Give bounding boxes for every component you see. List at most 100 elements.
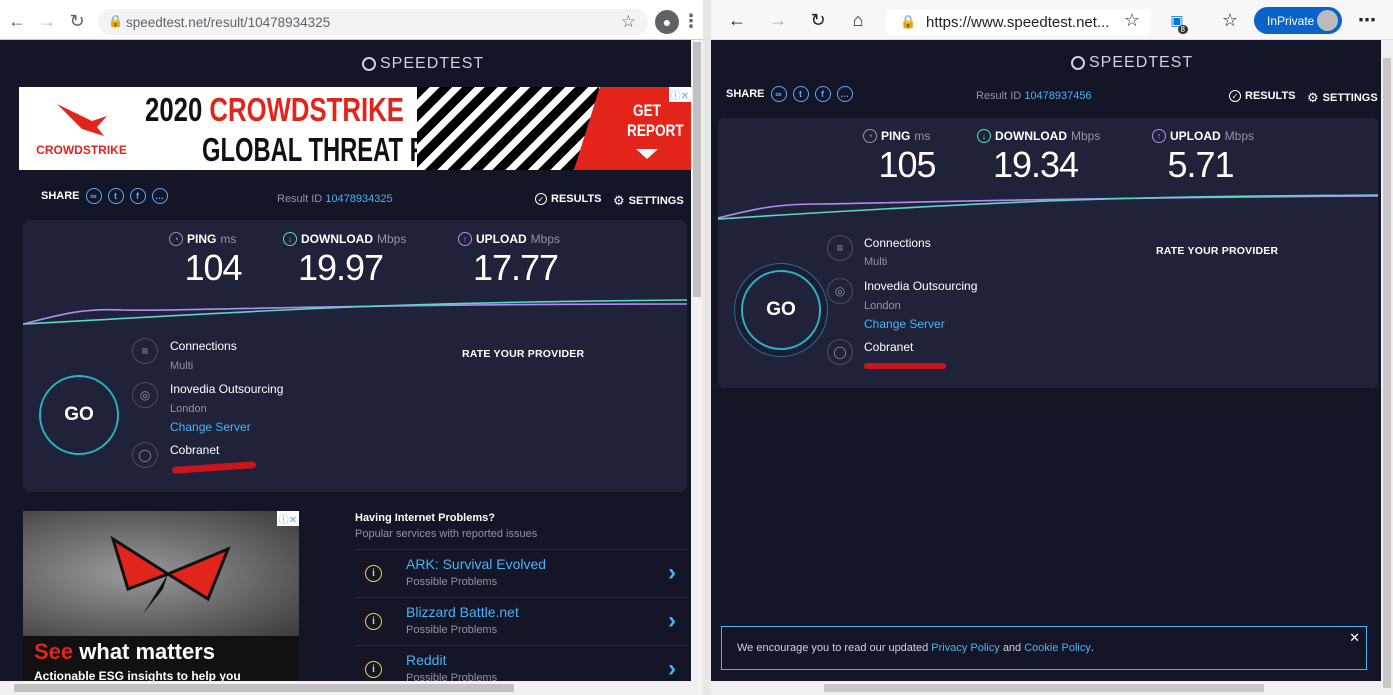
reload-icon[interactable]: ↻ bbox=[66, 10, 88, 32]
warning-icon: i bbox=[365, 612, 382, 630]
results-button[interactable]: ✓ RESULTS bbox=[1229, 90, 1296, 102]
check-icon: ✓ bbox=[1229, 90, 1241, 102]
problem-row[interactable]: i Blizzard Battle.net Possible Problems › bbox=[355, 597, 688, 644]
upload-header: ↑ UPLOAD Mbps bbox=[458, 232, 560, 246]
link-icon[interactable]: ∞ bbox=[770, 86, 787, 102]
forward-icon[interactable]: → bbox=[36, 10, 58, 32]
rate-provider[interactable]: RATE YOUR PROVIDER bbox=[1156, 245, 1278, 257]
speedtest-logo[interactable]: SPEEDTEST bbox=[362, 55, 484, 73]
twitter-icon[interactable]: t bbox=[792, 86, 809, 102]
facebook-icon[interactable]: f bbox=[814, 86, 831, 102]
url-text: https://www.speedtest.net... bbox=[926, 13, 1110, 31]
upload-header: ↑ UPLOAD Mbps bbox=[1152, 129, 1254, 143]
go-button[interactable]: GO bbox=[39, 375, 119, 455]
address-bar[interactable]: 🔒 https://www.speedtest.net... bbox=[886, 9, 1151, 35]
speed-graph bbox=[23, 299, 687, 325]
address-bar[interactable]: 🔒 speedtest.net/result/10478934325 ☆ bbox=[98, 9, 648, 35]
problem-status: Possible Problems bbox=[406, 576, 498, 588]
settings-button[interactable]: ⚙ SETTINGS bbox=[613, 193, 684, 209]
ad-banner-bottom[interactable]: See what matters Actionable ESG insights… bbox=[23, 511, 299, 695]
settings-button[interactable]: ⚙ SETTINGS bbox=[1307, 90, 1378, 106]
vertical-scrollbar[interactable] bbox=[691, 40, 703, 695]
ad-banner-top[interactable]: CROWDSTRIKE 2020 CROWDSTRIKE GLOBAL THRE… bbox=[19, 87, 691, 170]
results-button[interactable]: ✓ RESULTS bbox=[535, 193, 602, 205]
more-icon[interactable]: … bbox=[151, 188, 168, 204]
home-icon[interactable]: ⌂ bbox=[847, 9, 869, 31]
star-icon[interactable]: ☆ bbox=[621, 12, 636, 32]
link-icon[interactable]: ∞ bbox=[85, 188, 102, 204]
forward-icon[interactable]: → bbox=[767, 9, 789, 31]
ad-close-icon[interactable]: ⓘ✕ bbox=[668, 87, 691, 102]
result-id: Result ID 10478937456 bbox=[976, 90, 1092, 102]
url-text: speedtest.net/result/10478934325 bbox=[126, 14, 331, 30]
cookie-policy-link[interactable]: Cookie Policy bbox=[1024, 642, 1091, 654]
share-bar: SHARE ∞ t f … bbox=[726, 86, 853, 102]
favorites-icon[interactable]: ☆ bbox=[1219, 9, 1241, 31]
ping-header: ◔ PING ms bbox=[169, 232, 236, 246]
inprivate-badge[interactable]: InPrivate bbox=[1254, 7, 1342, 34]
extension-icon[interactable]: ▣ 8 bbox=[1166, 9, 1188, 34]
scroll-thumb[interactable] bbox=[14, 684, 514, 692]
speedtest-logo[interactable]: SPEEDTEST bbox=[1071, 54, 1193, 72]
scroll-thumb[interactable] bbox=[824, 684, 1264, 692]
download-value: 19.34 bbox=[992, 144, 1079, 185]
vertical-scrollbar[interactable] bbox=[1381, 40, 1393, 695]
horizontal-scrollbar[interactable] bbox=[0, 681, 691, 695]
lock-icon: 🔒 bbox=[900, 14, 917, 29]
go-button[interactable]: GO bbox=[741, 270, 821, 350]
butterfly-icon bbox=[110, 535, 231, 614]
share-bar: SHARE ∞ t f … bbox=[41, 188, 168, 204]
inprivate-label: InPrivate bbox=[1267, 13, 1315, 28]
gear-icon: ⚙ bbox=[613, 193, 625, 208]
upload-icon: ↑ bbox=[1152, 129, 1166, 143]
change-server-link[interactable]: Change Server bbox=[170, 420, 251, 434]
problem-row[interactable]: i ARK: Survival Evolved Possible Problems › bbox=[355, 549, 688, 596]
ad-brand: CROWDSTRIKE bbox=[36, 142, 127, 157]
result-panel: ◔ PING ms 105 ↓ DOWNLOAD Mbps 19.34 ↑ UPLOAD M… bbox=[718, 118, 1378, 388]
scroll-thumb[interactable] bbox=[1383, 58, 1391, 688]
ping-icon: ◔ bbox=[169, 232, 183, 246]
avatar bbox=[1317, 10, 1338, 31]
download-value: 19.97 bbox=[297, 247, 384, 288]
change-server-link[interactable]: Change Server bbox=[864, 317, 945, 331]
back-icon[interactable]: ← bbox=[726, 9, 748, 31]
check-icon: ✓ bbox=[535, 193, 547, 205]
cookie-banner: We encourage you to read our updated Pri… bbox=[721, 626, 1367, 670]
warning-icon: i bbox=[365, 564, 382, 582]
profile-icon[interactable]: ● bbox=[655, 10, 679, 34]
download-icon: ↓ bbox=[283, 232, 297, 246]
rate-provider[interactable]: RATE YOUR PROVIDER bbox=[462, 348, 584, 360]
more-menu-icon[interactable]: ⋯ bbox=[1356, 9, 1378, 31]
more-icon[interactable]: … bbox=[836, 86, 853, 102]
ad-close-icon[interactable]: ⓘ✕ bbox=[276, 511, 299, 526]
connections-value: Multi bbox=[864, 256, 888, 268]
gauge-icon bbox=[362, 57, 376, 71]
ad-brand-block: CROWDSTRIKE bbox=[19, 87, 144, 170]
browser-toolbar: ← → ↻ 🔒 speedtest.net/result/10478934325… bbox=[0, 0, 703, 40]
server-location: London bbox=[864, 300, 901, 312]
scroll-thumb[interactable] bbox=[693, 42, 701, 297]
horizontal-scrollbar[interactable] bbox=[711, 681, 1381, 695]
close-icon[interactable]: ✕ bbox=[1349, 630, 1360, 646]
result-id-link[interactable]: 10478937456 bbox=[1024, 90, 1091, 102]
isp-name: Cobranet bbox=[170, 443, 220, 457]
back-icon[interactable]: ← bbox=[6, 10, 28, 32]
result-id-link[interactable]: 10478934325 bbox=[325, 193, 392, 205]
privacy-policy-link[interactable]: Privacy Policy bbox=[931, 642, 999, 654]
user-icon: ◯ bbox=[132, 442, 158, 468]
problems-subtitle: Popular services with reported issues bbox=[355, 528, 538, 540]
twitter-icon[interactable]: t bbox=[107, 188, 124, 204]
window-divider bbox=[703, 0, 711, 695]
problem-status: Possible Problems bbox=[406, 624, 498, 636]
menu-icon[interactable]: ⋮ bbox=[682, 10, 700, 32]
favorite-star-icon[interactable]: ☆ bbox=[1121, 9, 1143, 31]
ad-cta-label: GET REPORT bbox=[627, 101, 684, 140]
brand-text: SPEEDTEST bbox=[380, 55, 485, 72]
ad-title-line1: 2020 CROWDSTRIKE bbox=[145, 91, 404, 128]
server-location: London bbox=[170, 403, 207, 415]
reload-icon[interactable]: ↻ bbox=[807, 9, 829, 31]
upload-value: 5.71 bbox=[1167, 144, 1234, 185]
facebook-icon[interactable]: f bbox=[129, 188, 146, 204]
share-label: SHARE bbox=[41, 190, 80, 202]
upload-icon: ↑ bbox=[458, 232, 472, 246]
